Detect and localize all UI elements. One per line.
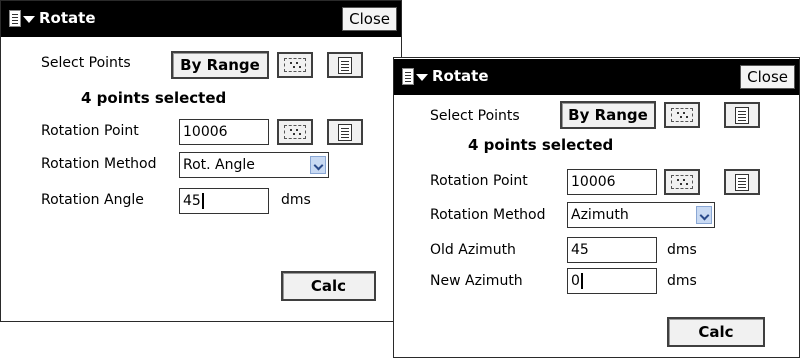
chevron-down-icon[interactable] — [696, 206, 712, 224]
list-select-icon — [735, 107, 749, 124]
rotation-method-value: Azimuth — [571, 207, 629, 223]
rotation-point-input[interactable]: 10006 — [567, 169, 657, 195]
map-select-icon — [671, 175, 693, 189]
rotation-angle-input[interactable]: 45 — [179, 188, 269, 214]
new-azimuth-unit: dms — [667, 273, 697, 289]
list-select-icon — [338, 124, 352, 141]
rotation-point-list-button[interactable] — [724, 169, 760, 195]
rotation-method-select[interactable]: Rot. Angle — [179, 152, 329, 178]
list-select-button[interactable] — [327, 52, 363, 78]
points-selected-status: 4 points selected — [468, 136, 614, 154]
map-select-icon — [284, 125, 306, 139]
map-select-button[interactable] — [277, 52, 313, 78]
by-range-button[interactable]: By Range — [171, 51, 269, 79]
menu-icon[interactable] — [402, 68, 414, 85]
new-azimuth-label: New Azimuth — [430, 273, 523, 289]
calc-label: Calc — [698, 323, 734, 341]
text-caret — [580, 273, 583, 289]
rotation-point-map-button[interactable] — [664, 169, 700, 195]
rotation-angle-label: Rotation Angle — [41, 192, 144, 208]
list-select-icon — [338, 57, 352, 74]
menu-dropdown-icon[interactable] — [416, 74, 428, 81]
map-select-icon — [284, 58, 306, 72]
rotation-method-label: Rotation Method — [430, 207, 546, 223]
chevron-down-icon[interactable] — [310, 156, 326, 174]
new-azimuth-input[interactable]: 0 — [567, 268, 657, 294]
select-points-label: Select Points — [41, 55, 131, 71]
calc-button[interactable]: Calc — [667, 317, 765, 347]
calc-label: Calc — [310, 277, 347, 295]
rotation-point-map-button[interactable] — [277, 119, 313, 145]
select-points-label: Select Points — [430, 108, 520, 124]
new-azimuth-value: 0 — [571, 273, 580, 289]
title-bar: Rotate Close — [394, 59, 799, 95]
text-caret — [201, 193, 204, 209]
points-selected-status: 4 points selected — [81, 89, 227, 107]
by-range-button[interactable]: By Range — [560, 101, 656, 129]
menu-icon[interactable] — [9, 10, 21, 27]
rotation-point-list-button[interactable] — [327, 119, 363, 145]
map-select-icon — [671, 108, 693, 122]
old-azimuth-label: Old Azimuth — [430, 242, 516, 258]
window-title: Rotate — [39, 9, 96, 27]
rotation-point-label: Rotation Point — [430, 173, 528, 189]
rotate-window-rot-angle: Rotate Close Select Points By Range 4 po… — [0, 0, 402, 322]
title-bar: Rotate Close — [1, 1, 401, 37]
rotation-point-label: Rotation Point — [41, 123, 139, 139]
rotation-angle-unit: dms — [281, 192, 311, 208]
calc-button[interactable]: Calc — [281, 271, 376, 301]
rotation-method-label: Rotation Method — [41, 156, 157, 172]
menu-dropdown-icon[interactable] — [23, 16, 35, 23]
list-select-button[interactable] — [724, 102, 760, 128]
rotation-method-select[interactable]: Azimuth — [567, 202, 715, 228]
by-range-label: By Range — [180, 56, 260, 74]
close-button[interactable]: Close — [740, 65, 795, 89]
by-range-label: By Range — [568, 106, 648, 124]
rotation-method-value: Rot. Angle — [183, 157, 255, 173]
old-azimuth-unit: dms — [667, 242, 697, 258]
window-title: Rotate — [432, 67, 489, 85]
rotation-angle-value: 45 — [183, 193, 201, 209]
close-button[interactable]: Close — [342, 7, 397, 31]
rotate-window-azimuth: Rotate Close Select Points By Range 4 po… — [393, 57, 800, 358]
list-select-icon — [735, 174, 749, 191]
rotation-point-input[interactable]: 10006 — [179, 119, 269, 145]
old-azimuth-input[interactable]: 45 — [567, 237, 657, 263]
map-select-button[interactable] — [664, 102, 700, 128]
